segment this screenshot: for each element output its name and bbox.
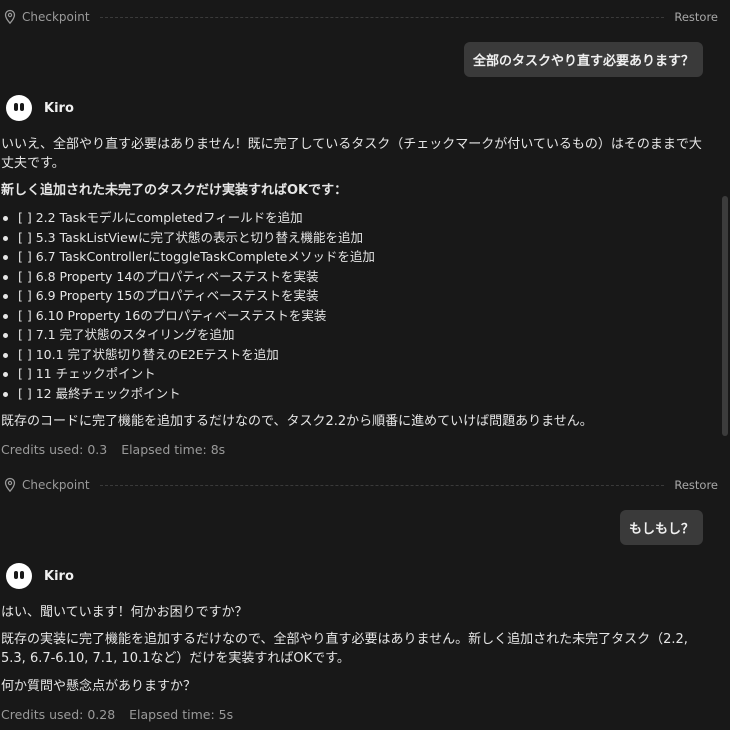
credits-used: Credits used: 0.28 bbox=[1, 707, 116, 722]
user-message: 全部のタスクやり直す必要あります？ bbox=[463, 42, 703, 77]
checkpoint-row: Checkpoint Restore bbox=[0, 7, 718, 27]
kiro-avatar-icon bbox=[6, 95, 32, 121]
bot-heading: 新しく追加された未完了のタスクだけ実装すればOKです： bbox=[1, 183, 348, 198]
kiro-avatar-icon bbox=[6, 563, 32, 589]
elapsed-time: Elapsed time: 8s bbox=[121, 442, 226, 457]
restore-button[interactable]: Restore bbox=[674, 478, 718, 492]
bot-paragraph: いいえ、全部やり直す必要はありません！既に完了しているタスク（チェックマークが付… bbox=[1, 137, 702, 171]
scrollbar[interactable] bbox=[722, 196, 728, 436]
bot-header: Kiro bbox=[6, 563, 74, 589]
checkpoint-label: Checkpoint bbox=[22, 478, 90, 492]
usage-meta: Credits used: 0.3 Elapsed time: 8s bbox=[1, 442, 235, 457]
task-list: [ ] 2.2 Taskモデルにcompletedフィールドを追加 [ ] 5.… bbox=[1, 208, 375, 403]
list-item: [ ] 12 最終チェックポイント bbox=[1, 384, 375, 404]
bot-name: Kiro bbox=[44, 100, 74, 116]
bot-paragraph: はい、聞いています！何かお困りですか？ bbox=[1, 605, 248, 620]
list-item: [ ] 6.7 TaskControllerにtoggleTaskComplet… bbox=[1, 247, 375, 267]
user-message: もしもし？ bbox=[619, 510, 703, 545]
bot-name: Kiro bbox=[44, 568, 74, 584]
bot-paragraph: 既存のコードに完了機能を追加するだけなので、タスク2.2から順番に進めていけば問… bbox=[1, 414, 593, 429]
list-item: [ ] 10.1 完了状態切り替えのE2Eテストを追加 bbox=[1, 345, 375, 365]
list-item: [ ] 2.2 Taskモデルにcompletedフィールドを追加 bbox=[1, 208, 375, 228]
checkpoint-divider bbox=[99, 16, 665, 18]
checkpoint-divider bbox=[99, 484, 665, 486]
bot-header: Kiro bbox=[6, 95, 74, 121]
credits-used: Credits used: 0.3 bbox=[1, 442, 108, 457]
map-pin-icon bbox=[4, 477, 16, 493]
bot-paragraph: 既存の実装に完了機能を追加するだけなので、全部やり直す必要はありません。新しく追… bbox=[1, 632, 688, 666]
map-pin-icon bbox=[4, 9, 16, 25]
bot-paragraph: 何か質問や懸念点がありますか？ bbox=[1, 679, 197, 694]
list-item: [ ] 11 チェックポイント bbox=[1, 364, 375, 384]
list-item: [ ] 5.3 TaskListViewに完了状態の表示と切り替え機能を追加 bbox=[1, 228, 375, 248]
restore-button[interactable]: Restore bbox=[674, 10, 718, 24]
usage-meta: Credits used: 0.28 Elapsed time: 5s bbox=[1, 707, 243, 722]
list-item: [ ] 6.9 Property 15のプロパティベーステストを実装 bbox=[1, 286, 375, 306]
list-item: [ ] 6.8 Property 14のプロパティベーステストを実装 bbox=[1, 267, 375, 287]
checkpoint-label: Checkpoint bbox=[22, 10, 90, 24]
checkpoint-row: Checkpoint Restore bbox=[0, 475, 718, 495]
list-item: [ ] 6.10 Property 16のプロパティベーステストを実装 bbox=[1, 306, 375, 326]
list-item: [ ] 7.1 完了状態のスタイリングを追加 bbox=[1, 325, 375, 345]
elapsed-time: Elapsed time: 5s bbox=[129, 707, 234, 722]
